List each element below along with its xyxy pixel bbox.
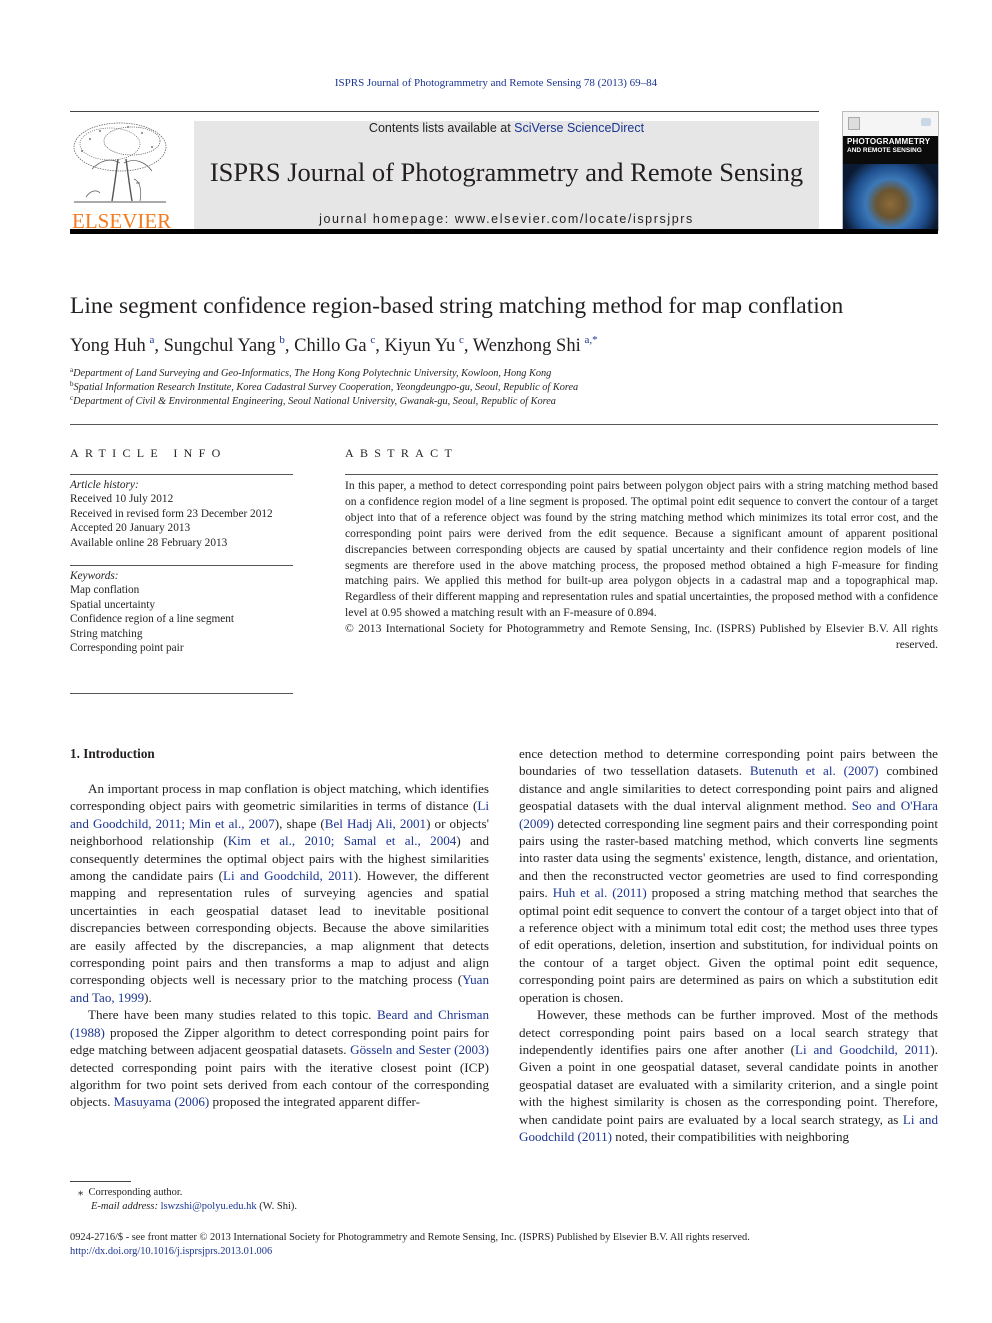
affiliation: cDepartment of Civil & Environmental Eng… (70, 394, 556, 408)
running-head[interactable]: ISPRS Journal of Photogrammetry and Remo… (0, 77, 992, 89)
author[interactable]: Sungchul Yang b (164, 334, 285, 357)
paragraph-text: There have been many studies related to … (88, 1007, 377, 1023)
paragraph: ence detection method to determine corre… (519, 745, 938, 1006)
affiliation-marker[interactable]: c (459, 334, 464, 346)
top-rule (70, 111, 819, 112)
article-info-heading: ARTICLE INFO (70, 446, 227, 460)
elsevier-tree-icon (73, 122, 167, 203)
affiliation-marker[interactable]: c (370, 334, 375, 346)
author[interactable]: Yong Huh a (70, 334, 154, 357)
citation-link[interactable]: Butenuth et al. (2007) (750, 763, 879, 778)
history-item: Available online 28 February 2013 (70, 536, 228, 549)
paragraph-text: proposed the integrated apparent differ- (209, 1094, 421, 1110)
contents-prefix: Contents lists available at (368, 121, 515, 135)
body-column-right: ence detection method to determine corre… (519, 745, 938, 1145)
keyword: Spatial uncertainty (70, 598, 156, 611)
citation-link[interactable]: Gösseln and Sester (2003) (350, 1042, 489, 1057)
cover-isprs-icon (921, 118, 931, 126)
paragraph-text: ). (144, 989, 152, 1005)
citation-link[interactable]: Huh et al. (2011) (553, 885, 647, 900)
citation-link[interactable]: Li and Goodchild, 2011 (223, 868, 354, 883)
sciencedirect-link[interactable]: SciVerse ScienceDirect (514, 121, 644, 135)
keywords: Keywords: Map conflation Spatial uncerta… (70, 569, 295, 655)
paragraph: An important process in map conflation i… (70, 780, 489, 1006)
journal-cover-image[interactable]: PHOTOGRAMMETRY AND REMOTE SENSING (842, 111, 939, 231)
paragraph-text: noted, their compatibilities with neighb… (611, 1128, 850, 1144)
cover-elsevier-icon (848, 117, 860, 130)
affiliation-rule (70, 424, 938, 425)
paragraph-text: An important process in map conflation i… (70, 781, 489, 814)
author[interactable]: Chillo Ga c (294, 334, 375, 357)
corresponding-label: Corresponding author. (88, 1187, 183, 1198)
abstract-text: In this paper, a method to detect corres… (345, 479, 938, 620)
email-label: E-mail address: (91, 1201, 158, 1212)
history-item: Received 10 July 2012 (70, 493, 174, 506)
affiliation-marker[interactable]: b (279, 334, 285, 346)
journal-title: ISPRS Journal of Photogrammetry and Remo… (209, 157, 804, 187)
history-label: Article history: (70, 479, 139, 491)
author-list: Yong Huh a, Sungchul Yang b, Chillo Ga c… (70, 334, 598, 357)
paragraph-text: ), shape ( (274, 815, 325, 831)
article-info-rule (70, 474, 293, 475)
corresponding-author-note: ⁎ Corresponding author. (78, 1186, 182, 1200)
body-column-left: An important process in map conflation i… (70, 780, 489, 1111)
header-thick-rule (70, 229, 938, 234)
email-note: E-mail address: lswzshi@polyu.edu.hk (W.… (91, 1200, 297, 1214)
author[interactable]: Wenzhong Shi a,* (473, 334, 598, 357)
keyword: Map conflation (70, 584, 140, 597)
author[interactable]: Kiyun Yu c (384, 334, 464, 357)
abstract-copyright: © 2013 International Society for Photogr… (345, 622, 938, 652)
contents-availability: Contents lists available at SciVerse Sci… (194, 121, 819, 135)
citation-link[interactable]: Masuyama (2006) (114, 1094, 210, 1109)
keyword: Confidence region of a line segment (70, 613, 235, 626)
footnote-rule (70, 1181, 131, 1182)
history-item: Received in revised form 23 December 201… (70, 507, 273, 520)
affiliation-marker[interactable]: a (149, 334, 154, 346)
abstract-heading: ABSTRACT (345, 446, 459, 460)
journal-banner: Contents lists available at SciVerse Sci… (194, 121, 819, 229)
homepage-link[interactable]: www.elsevier.com/locate/isprsjprs (455, 212, 694, 226)
doi-link[interactable]: http://dx.doi.org/10.1016/j.isprsjprs.20… (70, 1245, 272, 1259)
citation-link[interactable]: Bel Hadj Ali, 2001 (325, 816, 426, 831)
affiliation: aDepartment of Land Surveying and Geo-In… (70, 366, 552, 380)
keywords-rule (70, 565, 293, 566)
abstract-body: In this paper, a method to detect corres… (345, 478, 938, 653)
email-suffix: (W. Shi). (256, 1201, 298, 1212)
issn-copyright-line: 0924-2716/$ - see front matter © 2013 In… (70, 1232, 750, 1243)
affiliation: bSpatial Information Research Institute,… (70, 380, 579, 394)
paragraph-text: proposed a string matching method that s… (519, 885, 938, 1005)
article-title: Line segment confidence region-based str… (70, 293, 844, 319)
footnote-marker: ⁎ (78, 1187, 84, 1198)
homepage-prefix: journal homepage: (319, 212, 455, 226)
affiliation-marker[interactable]: a,* (584, 334, 597, 346)
abstract-rule (345, 474, 938, 475)
history-item: Accepted 20 January 2013 (70, 522, 191, 535)
cover-earth-image (843, 164, 938, 230)
keyword: Corresponding point pair (70, 642, 184, 655)
article-history: Article history: Received 10 July 2012 R… (70, 478, 295, 550)
email-link[interactable]: lswzshi@polyu.edu.hk (161, 1201, 257, 1212)
elsevier-logo[interactable]: ELSEVIER (70, 119, 172, 232)
paragraph: There have been many studies related to … (70, 1006, 489, 1110)
cover-title-line2: AND REMOTE SENSING (847, 147, 922, 154)
journal-homepage: journal homepage: www.elsevier.com/locat… (194, 212, 819, 226)
article-info-bottom-rule (70, 693, 293, 694)
section-heading-introduction: 1. Introduction (70, 746, 155, 761)
keywords-label: Keywords: (70, 570, 119, 582)
citation-link[interactable]: Li and Goodchild, 2011 (795, 1042, 930, 1057)
paragraph-text: ). However, the different mapping and re… (70, 868, 489, 988)
paragraph: However, these methods can be further im… (519, 1006, 938, 1145)
cover-title-line1: PHOTOGRAMMETRY (847, 137, 931, 146)
keyword: String matching (70, 627, 143, 640)
citation-link[interactable]: Kim et al., 2010; Samal et al., 2004 (228, 833, 457, 848)
